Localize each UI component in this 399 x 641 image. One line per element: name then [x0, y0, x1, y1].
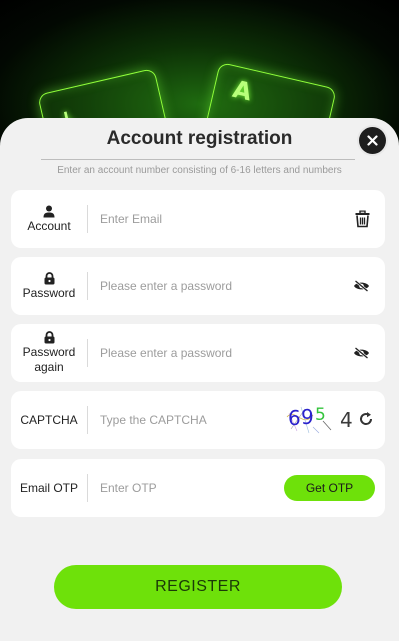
password-again-label-line2: again — [34, 360, 64, 374]
eye-off-icon — [354, 280, 369, 292]
password-field[interactable] — [100, 257, 275, 315]
email-field[interactable] — [100, 190, 275, 248]
field-separator — [87, 272, 88, 300]
email-otp-row: Email OTP Get OTP — [11, 459, 385, 517]
get-otp-button[interactable]: Get OTP — [284, 475, 375, 501]
password-label-group: Password — [11, 257, 87, 315]
card-letter: A — [230, 74, 255, 107]
close-button[interactable] — [359, 127, 386, 154]
captcha-label-group: CAPTCHA — [11, 391, 87, 449]
close-icon — [367, 135, 378, 146]
captcha-char: 6 — [288, 406, 301, 430]
password-again-label-group: Password again — [11, 324, 87, 382]
password-again-row: Password again — [11, 324, 385, 382]
title-divider — [41, 159, 355, 160]
registration-panel: Account registration Enter an account nu… — [0, 118, 399, 641]
captcha-label: CAPTCHA — [20, 412, 78, 427]
captcha-char: 9 — [301, 405, 314, 429]
field-separator — [87, 339, 88, 367]
toggle-password-visibility[interactable] — [353, 280, 370, 292]
register-button[interactable]: REGISTER — [54, 565, 342, 609]
confirm-password-field[interactable] — [100, 324, 275, 382]
eye-off-icon — [354, 347, 369, 359]
account-row: Account — [11, 190, 385, 248]
password-label: Password — [22, 285, 76, 300]
field-separator — [87, 205, 88, 233]
field-separator — [87, 474, 88, 502]
email-otp-label-group: Email OTP — [11, 459, 87, 517]
otp-input[interactable] — [100, 459, 275, 517]
lock-icon — [44, 331, 54, 344]
page-title: Account registration — [106, 128, 293, 149]
refresh-captcha-button[interactable] — [358, 411, 374, 432]
lock-icon — [44, 271, 54, 284]
captcha-image[interactable]: 6 9 5 4 — [283, 403, 357, 435]
clear-button[interactable] — [355, 210, 370, 228]
user-icon — [43, 205, 55, 217]
captcha-char: 5 — [315, 405, 326, 425]
captcha-char: 4 — [340, 408, 353, 432]
password-row: Password — [11, 257, 385, 315]
field-separator — [87, 406, 88, 434]
password-again-label-line1: Password — [22, 345, 76, 359]
captcha-input[interactable] — [100, 391, 275, 449]
account-label-group: Account — [11, 190, 87, 248]
account-label: Account — [27, 218, 71, 233]
email-otp-label: Email OTP — [19, 480, 78, 495]
refresh-icon — [360, 412, 373, 425]
captcha-row: CAPTCHA 6 9 5 4 — [11, 391, 385, 449]
page-subtitle: Enter an account number consisting of 6-… — [57, 165, 342, 176]
toggle-confirm-password-visibility[interactable] — [353, 347, 370, 359]
trash-icon — [355, 210, 370, 228]
